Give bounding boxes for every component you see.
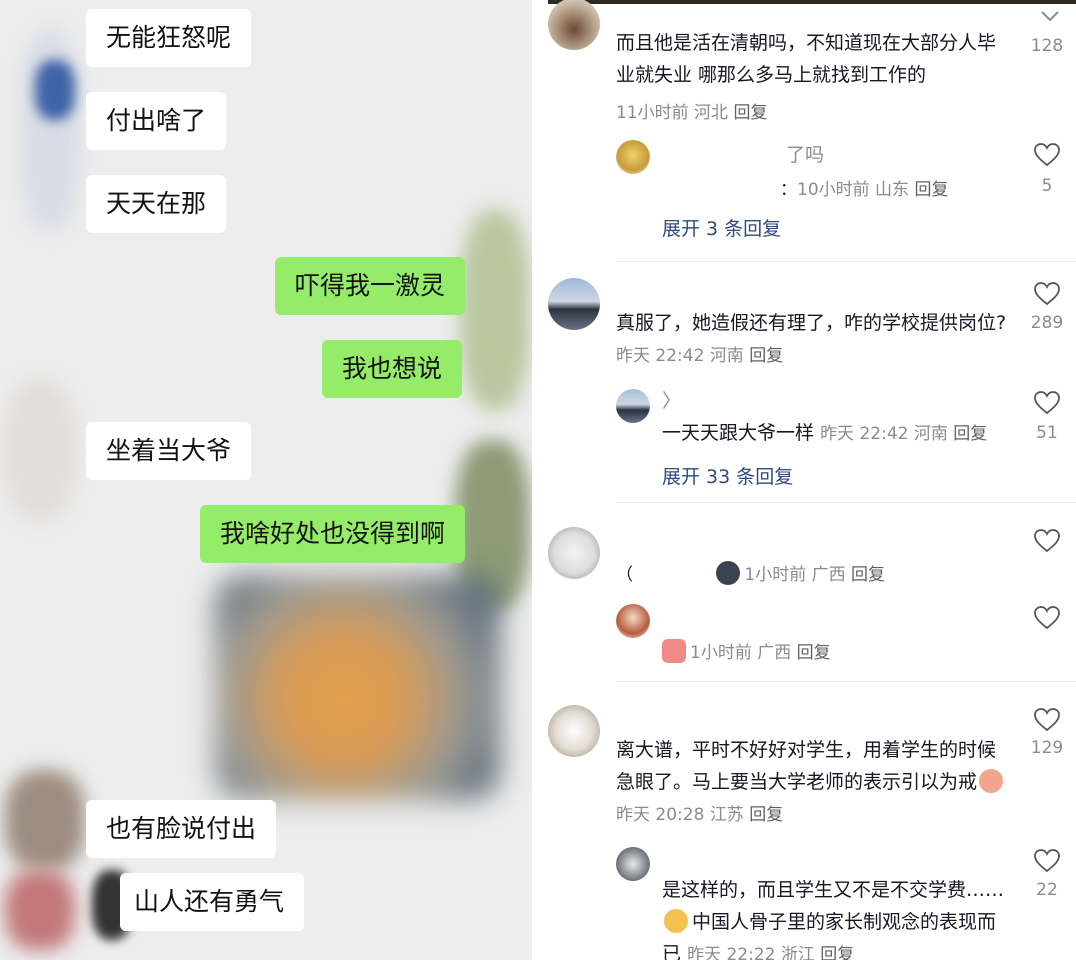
like-count: 128	[1030, 36, 1064, 56]
comment-meta: 昨天 22:42 河南 回复	[616, 346, 784, 366]
comment-separator	[616, 261, 1076, 262]
expand-replies-link[interactable]: 展开 3 条回复	[662, 214, 781, 241]
comment-text: 而且他是活在清朝吗，不知道现在大部分人毕业就失业 哪那么多马上就找到工作的	[616, 32, 997, 86]
comment-meta: （ 1小时前 广西 回复	[616, 560, 885, 585]
reply-button[interactable]: 回复	[851, 565, 885, 585]
chat-bubble-outgoing: 吓得我一激灵	[275, 257, 466, 315]
angry-emoji-icon	[662, 639, 686, 663]
like-count: 5	[1041, 176, 1053, 196]
smile-emoji-icon	[664, 909, 688, 933]
chat-bubble-incoming: 山人还有勇气	[120, 873, 305, 931]
like-count: 51	[1036, 423, 1058, 443]
reply-meta: 昨天 22:22 浙江 回复	[687, 945, 854, 960]
reply-button[interactable]: 回复	[733, 103, 767, 123]
reply-button[interactable]: 回复	[914, 180, 948, 200]
avatar[interactable]	[548, 705, 600, 757]
chat-bubble-incoming: 付出啥了	[86, 92, 227, 150]
blurred-avatar	[5, 380, 75, 520]
top-strip	[548, 0, 1076, 4]
chat-bubble-outgoing: 我也想说	[322, 340, 463, 398]
heart-icon[interactable]	[1034, 606, 1060, 630]
reply-text: 一天天跟大爷一样 昨天 22:42 河南 回复	[662, 422, 988, 444]
peach-emoji-icon	[979, 769, 1004, 793]
reply-button[interactable]: 回复	[749, 805, 783, 825]
like-count: 289	[1030, 313, 1064, 333]
reply-meta: 1小时前 广西 回复	[662, 638, 831, 663]
reply-button[interactable]: 回复	[820, 945, 854, 960]
like-count: 22	[1036, 880, 1058, 900]
chat-bubble-outgoing: 我啥好处也没得到啊	[200, 505, 466, 563]
comments-screenshot: 而且他是活在清朝吗，不知道现在大部分人毕业就失业 哪那么多马上就找到工作的 11…	[536, 0, 1076, 960]
expand-replies-link[interactable]: 展开 33 条回复	[662, 462, 793, 489]
reply-meta: ：10小时前 山东 回复	[780, 180, 949, 200]
face-emoji-icon	[716, 561, 741, 585]
blurred-avatar	[35, 60, 75, 120]
heart-icon[interactable]	[1034, 708, 1060, 732]
chat-bubble-incoming: 也有脸说付出	[86, 800, 277, 858]
blurred-avatar	[460, 210, 530, 410]
comment-separator	[616, 681, 1076, 682]
avatar[interactable]	[548, 0, 600, 50]
reply-text: 了吗	[786, 144, 825, 166]
avatar[interactable]	[616, 140, 650, 174]
chat-bubble-incoming: 天天在那	[86, 175, 227, 233]
avatar[interactable]	[548, 527, 600, 579]
heart-icon[interactable]	[1034, 282, 1060, 306]
reply-name: 〉	[662, 390, 682, 412]
heart-icon[interactable]	[1034, 849, 1060, 873]
like-count: 129	[1030, 738, 1064, 758]
chevron-down-icon[interactable]	[1038, 8, 1062, 24]
blurred-avatar	[5, 870, 75, 950]
avatar[interactable]	[616, 389, 650, 423]
reply-button[interactable]: 回复	[953, 424, 987, 444]
chat-bubble-incoming: 坐着当大爷	[86, 422, 252, 480]
comment-separator	[616, 502, 1076, 503]
comment-text: 真服了，她造假还有理了，咋的学校提供岗位? 昨天 22:42 河南 回复	[616, 312, 1007, 366]
comment-text: 离大谱，平时不好好对学生，用着学生的时候急眼了。马上要当大学老师的表示引以为戒 …	[616, 734, 1014, 831]
reply-button[interactable]: 回复	[797, 643, 831, 663]
chat-screenshot: 无能狂怒呢 付出啥了 天天在那 吓得我一激灵 我也想说 坐着当大爷 我啥好处也没…	[0, 0, 532, 960]
reply-button[interactable]: 回复	[749, 346, 783, 366]
avatar[interactable]	[548, 278, 600, 330]
heart-icon[interactable]	[1034, 391, 1060, 415]
heart-icon[interactable]	[1034, 529, 1060, 553]
blurred-image	[215, 575, 500, 800]
blurred-avatar	[5, 770, 85, 870]
comment-meta: 昨天 20:28 江苏 回复	[616, 805, 784, 825]
avatar[interactable]	[616, 604, 650, 638]
comment-meta: 11小时前 河北 回复	[616, 103, 768, 123]
reply-text: 是这样的，而且学生又不是不交学费……中国人骨子里的家长制观念的表现而已 昨天 2…	[662, 874, 1014, 960]
heart-icon[interactable]	[1034, 143, 1060, 167]
avatar[interactable]	[616, 847, 650, 881]
chat-bubble-incoming: 无能狂怒呢	[86, 9, 252, 67]
reply-meta: 昨天 22:42 河南 回复	[820, 424, 988, 444]
